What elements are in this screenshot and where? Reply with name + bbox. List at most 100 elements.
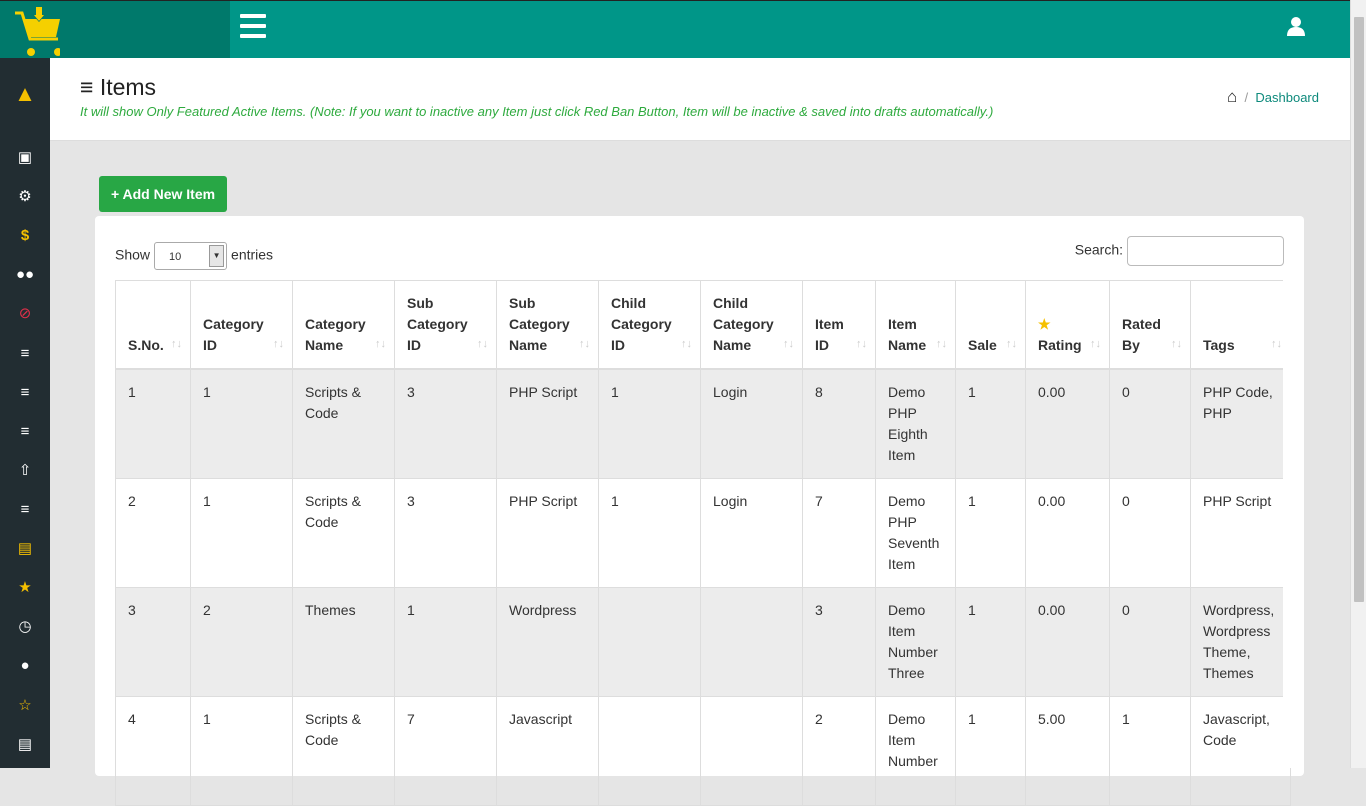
table-cell: 1 <box>1109 696 1191 806</box>
column-label: S.No. <box>128 337 164 353</box>
column-label: Rating <box>1038 337 1082 353</box>
sort-icon: ↑↓ <box>477 338 488 350</box>
dollar-icon[interactable]: $ <box>13 226 37 246</box>
list-ol-icon[interactable]: ≡ <box>13 500 37 520</box>
entries-label: entries <box>231 246 274 263</box>
table-cell: 1 <box>955 368 1026 479</box>
column-header[interactable]: Sub Category ID ↑↓ <box>394 280 497 370</box>
table-cell: 1 <box>598 368 701 479</box>
table-cell: 2 <box>190 587 293 697</box>
search-input[interactable] <box>1127 236 1284 266</box>
column-header[interactable]: Tags ↑↓ <box>1190 280 1291 370</box>
sort-icon: ↑↓ <box>783 338 794 350</box>
star-icon[interactable]: ★ <box>13 578 37 598</box>
user-icon[interactable] <box>1286 16 1306 36</box>
table-row: 3 2 Themes 1 Wordpress 3 Demo Item Number Thre… <box>115 587 1291 697</box>
sort-icon: ↑↓ <box>579 338 590 350</box>
sort-icon: ↑↓ <box>856 338 867 350</box>
table-cell: 0.00 <box>1025 587 1110 697</box>
table-cell: Wordpress <box>496 587 599 697</box>
page-title: ≡ Items <box>80 74 156 101</box>
column-label: Category ID <box>203 316 264 353</box>
table-cell: 0 <box>1109 478 1191 588</box>
table-cell: 1 <box>190 478 293 588</box>
column-header[interactable]: ★ Rating ↑↓ <box>1025 280 1110 370</box>
column-header[interactable]: Item Name ↑↓ <box>875 280 956 370</box>
column-header[interactable]: Sale ↑↓ <box>955 280 1026 370</box>
column-header[interactable]: Rated By ↑↓ <box>1109 280 1191 370</box>
sort-icon: ↑↓ <box>1171 338 1182 350</box>
table-cell <box>598 696 701 806</box>
home-icon[interactable]: ⌂ <box>1227 87 1237 106</box>
table-cell: 1 <box>115 368 191 479</box>
cart-logo-icon <box>15 7 62 56</box>
table-cell: 0 <box>1109 587 1191 697</box>
table-cell <box>598 587 701 697</box>
table-overflow-edge <box>1283 270 1304 768</box>
column-label: Item Name <box>888 316 927 353</box>
entries-length: Show 10 ▼ entries <box>115 242 273 270</box>
chevron-down-icon: ▼ <box>209 245 225 267</box>
column-label: Child Category ID <box>611 295 672 353</box>
sort-icon: ↑↓ <box>1090 338 1101 350</box>
table-cell: Demo Item Number <box>875 696 956 806</box>
page-title-text: Items <box>99 74 157 100</box>
entries-select[interactable]: 10 ▼ <box>154 242 228 270</box>
sort-icon: ↑↓ <box>1271 338 1282 350</box>
upload-icon[interactable]: ⇧ <box>13 461 37 481</box>
table-cell: PHP Script <box>1190 478 1291 588</box>
breadcrumb-dashboard[interactable]: Dashboard <box>1255 90 1319 105</box>
table-cell: PHP Script <box>496 478 599 588</box>
menu-toggle-icon[interactable] <box>240 14 266 38</box>
table-cell: Login <box>700 368 803 479</box>
table-cell: 3 <box>802 587 876 697</box>
column-header[interactable]: Child Category ID ↑↓ <box>598 280 701 370</box>
file-icon[interactable]: ▤ <box>13 735 37 755</box>
sort-icon: ↑↓ <box>681 338 692 350</box>
items-table-card: Show 10 ▼ entries Search: S.No. ↑↓ Category I… <box>95 216 1304 806</box>
align-left-icon[interactable]: ≡ <box>13 344 37 364</box>
table-cell: 1 <box>955 696 1026 806</box>
items-table: S.No. ↑↓ Category ID ↑↓ Category Name ↑↓ Sub C… <box>115 280 1291 806</box>
table-cell: 1 <box>190 696 293 806</box>
show-label: Show <box>115 246 151 263</box>
chart-icon[interactable]: ▤ <box>13 539 37 559</box>
star-half-icon[interactable]: ☆ <box>13 696 37 716</box>
search-box: Search: <box>1075 236 1284 266</box>
users-icon[interactable]: ●● <box>13 265 37 285</box>
column-header[interactable]: Category Name ↑↓ <box>292 280 395 370</box>
comment-icon[interactable]: ● <box>13 656 37 676</box>
column-label: Sale <box>968 337 997 353</box>
page-scrollbar[interactable] <box>1350 0 1366 768</box>
table-cell: 2 <box>802 696 876 806</box>
ban-icon[interactable]: ⊘ <box>13 304 37 324</box>
table-cell: PHP Script <box>496 368 599 479</box>
table-cell: Wordpress, Wordpress Theme, Themes <box>1190 587 1291 697</box>
table-cell: 5.00 <box>1025 696 1110 806</box>
sort-icon: ↑↓ <box>273 338 284 350</box>
spy-avatar-icon[interactable]: ▲ <box>13 83 37 105</box>
align-right-icon[interactable]: ≡ <box>13 422 37 442</box>
column-header[interactable]: S.No. ↑↓ <box>115 280 191 370</box>
table-cell <box>700 696 803 806</box>
table-row: 2 1 Scripts & Code 3 PHP Script 1 Login 7 Demo P… <box>115 478 1291 588</box>
table-cell: Demo Item Number Three <box>875 587 956 697</box>
table-cell: 1 <box>955 587 1026 697</box>
table-cell: 3 <box>394 478 497 588</box>
align-center-icon[interactable]: ≡ <box>13 383 37 403</box>
clock-icon[interactable]: ◷ <box>13 617 37 637</box>
laptop-icon[interactable]: ▣ <box>13 148 37 168</box>
column-header[interactable]: Child Category Name ↑↓ <box>700 280 803 370</box>
logo[interactable] <box>0 1 230 58</box>
table-cell: 8 <box>802 368 876 479</box>
table-row: 1 1 Scripts & Code 3 PHP Script 1 Login 8 Demo P… <box>115 368 1291 479</box>
table-cell: 1 <box>394 587 497 697</box>
column-header[interactable]: Sub Category Name ↑↓ <box>496 280 599 370</box>
cog-icon[interactable]: ⚙ <box>13 187 37 207</box>
column-header[interactable]: Item ID ↑↓ <box>802 280 876 370</box>
page-header: ≡ Items It will show Only Featured Activ… <box>50 58 1350 141</box>
column-header[interactable]: Category ID ↑↓ <box>190 280 293 370</box>
scrollbar-thumb[interactable] <box>1354 17 1364 602</box>
star-icon: ★ <box>1038 316 1051 332</box>
add-new-item-button[interactable]: + Add New Item <box>99 176 227 212</box>
